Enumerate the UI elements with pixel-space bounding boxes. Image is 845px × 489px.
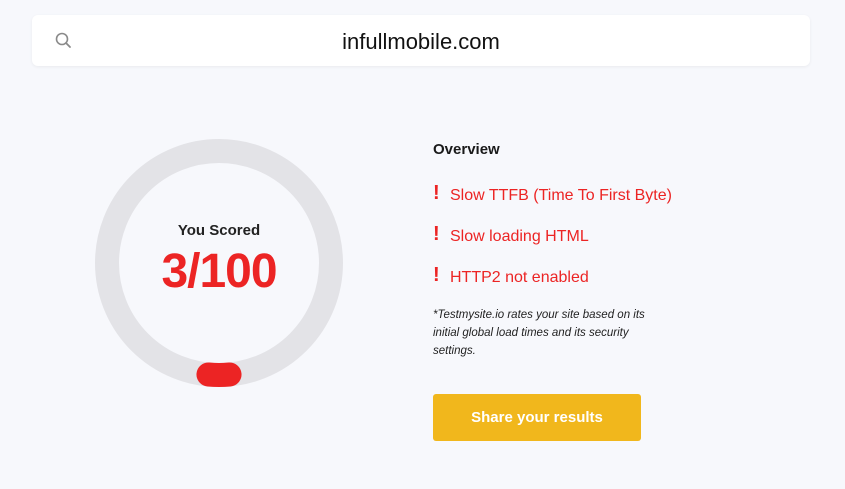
issue-item: ! HTTP2 not enabled — [433, 264, 753, 290]
warning-icon: ! — [433, 182, 440, 204]
warning-icon: ! — [433, 264, 440, 286]
rating-note: *Testmysite.io rates your site based on … — [433, 309, 645, 357]
issue-item: ! Slow TTFB (Time To First Byte) — [433, 182, 753, 208]
search-input[interactable] — [32, 15, 810, 68]
score-label: You Scored — [177, 222, 261, 239]
warning-icon: ! — [433, 223, 440, 245]
issue-text: HTTP2 not enabled — [450, 269, 589, 286]
score-gauge: You Scored 3/100 — [94, 138, 344, 388]
search-bar[interactable] — [32, 15, 810, 68]
issue-text: Slow TTFB (Time To First Byte) — [450, 187, 672, 204]
issue-text: Slow loading HTML — [450, 228, 589, 245]
overview-title: Overview — [433, 141, 500, 158]
score-value: 3/100 — [161, 245, 277, 298]
overview-panel: Overview ! Slow TTFB (Time To First Byte… — [433, 141, 753, 360]
issue-item: ! Slow loading HTML — [433, 223, 753, 249]
share-results-button[interactable]: Share your results — [433, 394, 641, 441]
